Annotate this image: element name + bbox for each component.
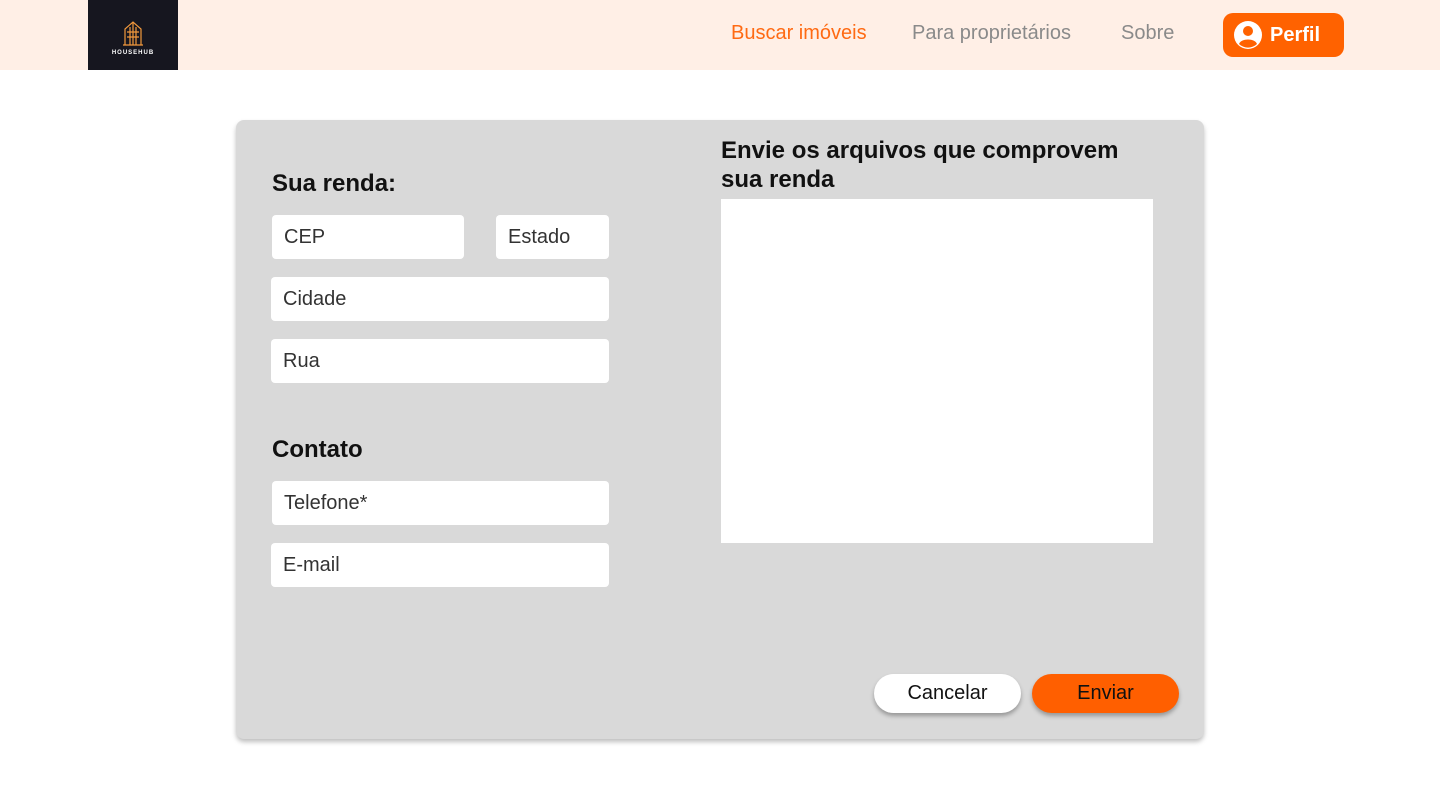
- file-upload-dropzone[interactable]: [721, 199, 1153, 543]
- profile-label: Perfil: [1270, 23, 1321, 46]
- househub-logo[interactable]: HOUSEHUB: [88, 0, 178, 70]
- email-input[interactable]: [271, 543, 609, 587]
- nav-link-para-proprietarios[interactable]: Para proprietários: [912, 22, 1071, 45]
- cancel-button[interactable]: Cancelar: [874, 674, 1021, 713]
- estado-input[interactable]: [496, 215, 609, 259]
- rua-input[interactable]: [271, 339, 609, 383]
- top-navbar: HOUSEHUB Buscar imóveis Para proprietári…: [0, 0, 1440, 70]
- income-form-card: Sua renda: Contato Envie os arquivos que…: [236, 120, 1204, 739]
- upload-section-title: Envie os arquivos que comprovem sua rend…: [721, 137, 1119, 193]
- nav-link-sobre[interactable]: Sobre: [1121, 22, 1174, 45]
- send-button[interactable]: Enviar: [1032, 674, 1179, 713]
- contato-section-title: Contato: [272, 436, 363, 463]
- logo-text: HOUSEHUB: [111, 50, 155, 56]
- renda-section-title: Sua renda:: [272, 170, 397, 197]
- profile-button[interactable]: Perfil: [1223, 13, 1344, 57]
- building-logo-icon: [123, 21, 143, 46]
- cidade-input[interactable]: [271, 277, 609, 321]
- user-circle-icon: [1234, 21, 1262, 49]
- nav-link-buscar-imoveis[interactable]: Buscar imóveis: [731, 22, 867, 45]
- telefone-input[interactable]: [272, 481, 609, 525]
- cep-input[interactable]: [272, 215, 464, 259]
